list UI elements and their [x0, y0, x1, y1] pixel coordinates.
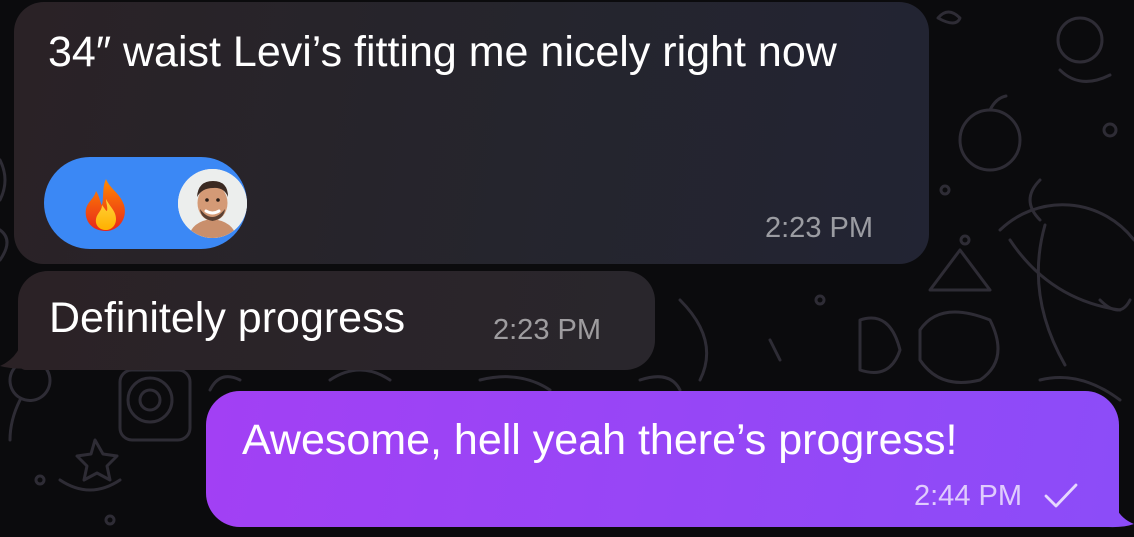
message-text: 34″ waist Levi’s fitting me nicely right… — [48, 28, 837, 76]
message-timestamp: 2:23 PM — [493, 314, 601, 346]
outgoing-message-bubble[interactable]: Awesome, hell yeah there’s progress! 2:4… — [206, 391, 1119, 527]
fire-icon — [80, 177, 132, 238]
reaction-pill[interactable] — [44, 157, 247, 249]
message-timestamp: 2:44 PM — [914, 480, 1022, 512]
message-timestamp: 2:23 PM — [765, 212, 873, 244]
avatar[interactable] — [178, 169, 247, 238]
checkmark-icon — [1044, 483, 1078, 508]
incoming-message-bubble[interactable]: 34″ waist Levi’s fitting me nicely right… — [14, 2, 929, 264]
message-text: Definitely progress — [49, 294, 406, 342]
incoming-message-bubble[interactable]: Definitely progress 2:23 PM — [18, 271, 655, 370]
message-text: Awesome, hell yeah there’s progress! — [242, 416, 958, 464]
